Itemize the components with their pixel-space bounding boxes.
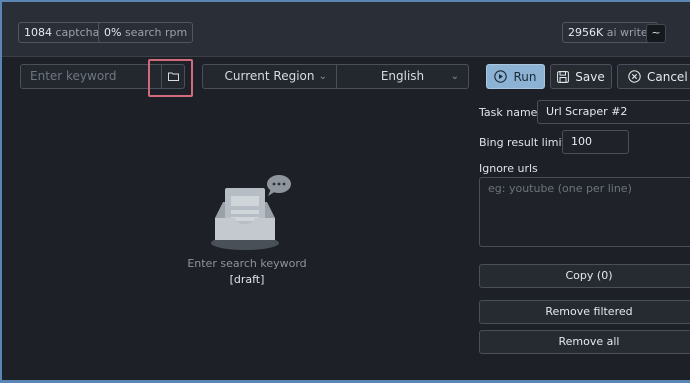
ignore-urls-textarea[interactable]: eg: youtube (one per line) [479, 177, 690, 247]
region-select-value: Current Region [224, 69, 315, 83]
region-select[interactable]: Current Region ⌄ [202, 64, 337, 89]
ai-writer-count: 2956K [568, 26, 604, 39]
search-rpm-value: 0% [104, 26, 122, 39]
play-circle-icon [494, 70, 508, 83]
captcha-balance-badge: 1084 captcha [18, 22, 106, 43]
captcha-label: captcha [55, 26, 100, 39]
ignore-urls-label: Ignore urls [479, 162, 538, 175]
copy-button[interactable]: Copy (0) [479, 264, 690, 288]
language-select[interactable]: English ⌄ [336, 64, 469, 89]
ai-writer-balance-badge: 2956K ai writer [562, 22, 659, 43]
chevron-down-icon: ⌄ [450, 71, 459, 82]
menu-button[interactable]: ~ [646, 24, 666, 43]
save-button-label: Save [575, 69, 605, 84]
close-circle-icon [628, 70, 641, 83]
search-rpm-badge: 0% search rpm [98, 22, 194, 43]
search-rpm-label: search rpm [124, 26, 188, 39]
bing-result-limit-input[interactable]: 100 [562, 130, 629, 154]
remove-filtered-button[interactable]: Remove filtered [479, 300, 690, 324]
empty-inbox-icon [211, 175, 291, 250]
language-select-value: English [380, 69, 425, 83]
chevron-down-icon: ⌄ [318, 71, 327, 82]
remove-all-button[interactable]: Remove all [479, 330, 690, 354]
empty-state-message: Enter search keyword [187, 257, 307, 270]
task-name-label: Task name: [479, 106, 542, 119]
app-window: 1084 captcha 0% search rpm 2956K ai writ… [2, 2, 690, 380]
save-icon [557, 70, 570, 83]
cancel-button-label: Cancel [647, 69, 688, 84]
top-bar: 1084 captcha 0% search rpm 2956K ai writ… [2, 2, 690, 57]
keyword-input-wrapper[interactable] [20, 64, 162, 89]
task-name-input[interactable]: Url Scraper #2 [537, 100, 690, 124]
save-button[interactable]: Save [550, 64, 612, 89]
keyword-input[interactable] [30, 65, 160, 88]
highlight-box [148, 59, 193, 97]
empty-state-status: [draft] [229, 273, 265, 286]
bing-result-limit-label: Bing result limit: [479, 136, 570, 149]
cancel-button[interactable]: Cancel [617, 64, 690, 89]
run-button[interactable]: Run [486, 64, 545, 89]
run-button-label: Run [513, 69, 537, 84]
captcha-count: 1084 [24, 26, 52, 39]
